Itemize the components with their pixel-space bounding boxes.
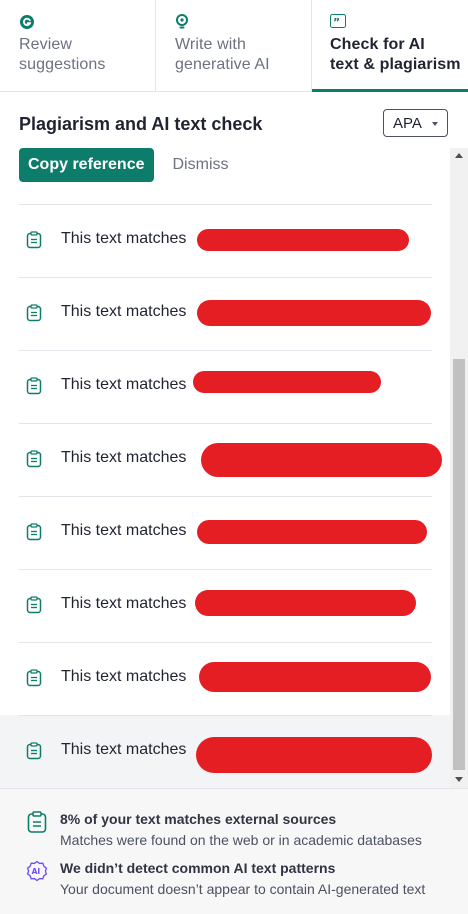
copy-reference-button[interactable]: Copy reference xyxy=(19,148,154,182)
clipboard-icon xyxy=(26,377,42,395)
redaction-mark xyxy=(197,300,431,326)
clipboard-icon xyxy=(26,742,42,760)
divider xyxy=(19,715,432,716)
clipboard-icon xyxy=(26,304,42,322)
list-item[interactable]: This text matches xyxy=(0,569,450,642)
match-text: This text matches xyxy=(61,595,187,612)
divider xyxy=(19,350,432,351)
match-text: This text matches xyxy=(61,230,187,247)
quote-icon: ” xyxy=(330,14,468,32)
list-item[interactable]: This text matches xyxy=(0,496,450,569)
list-item[interactable]: This text matches xyxy=(0,277,450,350)
tab-label-line2: generative AI xyxy=(175,56,270,73)
scroll-down-arrow-icon[interactable] xyxy=(455,777,463,782)
page-title: Plagiarism and AI text check xyxy=(19,114,263,134)
match-text: This text matches xyxy=(61,741,187,758)
svg-text:”: ” xyxy=(333,16,340,28)
scroll-up-arrow-icon[interactable] xyxy=(455,153,463,158)
list-item[interactable]: This text matches xyxy=(0,642,450,715)
tab-review-suggestions[interactable]: Review suggestions xyxy=(0,0,156,91)
scrollbar-thumb[interactable] xyxy=(453,359,465,770)
match-text: This text matches xyxy=(61,668,187,685)
list-item[interactable]: This text matches xyxy=(0,350,450,423)
tab-check-ai-plagiarism[interactable]: ” Check for AI text & plagiarism xyxy=(312,0,468,92)
redaction-mark xyxy=(195,590,416,616)
match-text: This text matches xyxy=(61,449,187,466)
list-item[interactable]: This text matches xyxy=(0,423,450,496)
plagiarism-summary-description: Matches were found on the web or in acad… xyxy=(60,832,422,848)
list-item[interactable]: This text matches xyxy=(0,204,450,277)
match-scroll-area[interactable]: Copy reference Dismiss This text matches… xyxy=(0,148,468,788)
citation-style-value: APA xyxy=(393,114,422,132)
tab-label-line1: Review xyxy=(19,36,73,53)
divider xyxy=(19,496,432,497)
divider xyxy=(19,204,432,205)
redaction-mark xyxy=(193,371,381,393)
clipboard-icon xyxy=(27,811,47,833)
clipboard-icon xyxy=(26,523,42,541)
redaction-mark xyxy=(197,229,409,251)
lightbulb-icon xyxy=(175,14,311,32)
plagiarism-summary-title: 8% of your text matches external sources xyxy=(60,811,337,827)
redaction-mark xyxy=(201,443,442,477)
match-text: This text matches xyxy=(61,376,187,393)
clipboard-icon xyxy=(26,231,42,249)
scrollbar[interactable] xyxy=(450,148,468,788)
match-list: This text matches This text matches This… xyxy=(0,204,450,788)
caret-down-icon xyxy=(432,122,438,126)
plagiarism-summary: 8% of your text matches external sources… xyxy=(0,811,468,861)
svg-text:AI: AI xyxy=(32,867,41,876)
redaction-mark xyxy=(199,662,431,692)
clipboard-icon xyxy=(26,596,42,614)
match-text: This text matches xyxy=(61,303,187,320)
clipboard-icon xyxy=(26,450,42,468)
ai-badge-icon: AI xyxy=(26,860,48,882)
tab-label-line2: suggestions xyxy=(19,56,106,73)
redaction-mark xyxy=(197,520,427,544)
list-item[interactable]: This text matches xyxy=(0,715,450,788)
citation-style-select[interactable]: APA xyxy=(383,109,448,137)
redaction-mark xyxy=(196,737,432,773)
grammarly-logo-icon xyxy=(19,14,155,32)
divider xyxy=(19,642,432,643)
tab-label-line1: Write with xyxy=(175,36,246,53)
panel-header: Plagiarism and AI text check APA xyxy=(0,92,468,148)
tab-write-with-ai[interactable]: Write with generative AI xyxy=(156,0,312,91)
tab-label-line1: Check for AI xyxy=(330,36,425,53)
ai-summary: AI We didn’t detect common AI text patte… xyxy=(0,860,468,910)
action-row: Copy reference Dismiss xyxy=(19,148,229,182)
ai-summary-title: We didn’t detect common AI text patterns xyxy=(60,860,336,876)
divider xyxy=(19,277,432,278)
dismiss-button[interactable]: Dismiss xyxy=(173,156,229,174)
divider xyxy=(19,423,432,424)
tab-label-line2: text & plagiarism xyxy=(330,56,461,73)
ai-summary-description: Your document doesn’t appear to contain … xyxy=(60,881,426,897)
clipboard-icon xyxy=(26,669,42,687)
match-text: This text matches xyxy=(61,522,187,539)
summary-footer: 8% of your text matches external sources… xyxy=(0,788,468,914)
tab-bar: Review suggestions Write with generative… xyxy=(0,0,468,92)
divider xyxy=(19,569,432,570)
